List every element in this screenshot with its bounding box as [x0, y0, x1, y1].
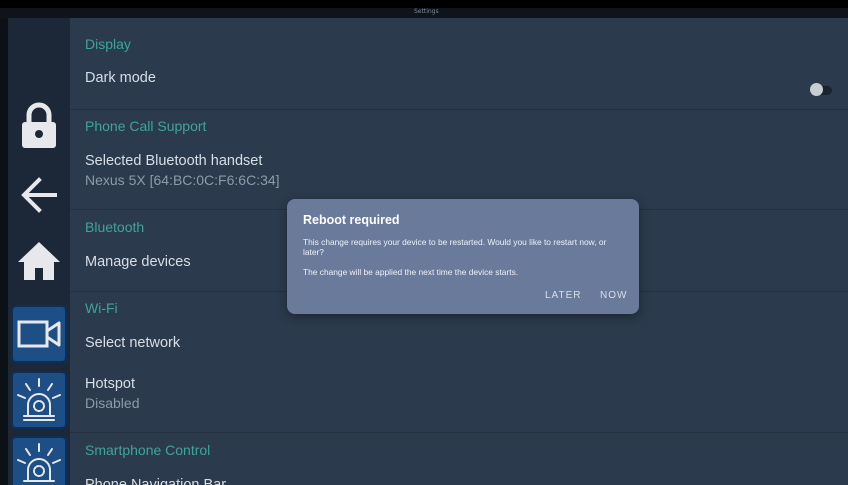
rail-home-button[interactable]: [14, 236, 64, 286]
dark-mode-row[interactable]: Dark mode: [70, 63, 848, 107]
section-header-bluetooth: Bluetooth: [85, 219, 145, 235]
siren-icon: [17, 378, 61, 421]
select-network-row[interactable]: Select network: [70, 328, 848, 372]
section-header-wifi: Wi-Fi: [85, 300, 118, 316]
hotspot-value: Disabled: [85, 395, 140, 411]
dialog-title: Reboot required: [303, 213, 400, 227]
reboot-dialog: Reboot required This change requires you…: [287, 199, 639, 314]
now-button[interactable]: NOW: [600, 290, 627, 301]
top-bar-title: Settings: [414, 8, 439, 15]
rail-edge: [0, 18, 8, 485]
section-header-smartphone: Smartphone Control: [85, 442, 211, 458]
section-header-phone: Phone Call Support: [85, 118, 207, 134]
divider: [70, 432, 848, 433]
later-button[interactable]: LATER: [545, 290, 582, 301]
toggle-knob: [810, 83, 823, 96]
bluetooth-handset-row[interactable]: Selected Bluetooth handset Nexus 5X [64:…: [70, 150, 848, 206]
select-network-label: Select network: [85, 335, 181, 351]
dialog-message: This change requires your device to be r…: [303, 237, 607, 257]
hotspot-label: Hotspot: [85, 376, 135, 392]
camera-icon: [17, 320, 61, 348]
divider: [70, 109, 848, 110]
rail-lock-button[interactable]: [14, 101, 64, 151]
rail-alarm-button-2[interactable]: [11, 436, 67, 485]
hotspot-row[interactable]: Hotspot Disabled: [70, 374, 848, 430]
lock-icon: [22, 102, 56, 148]
siren-icon: [17, 443, 61, 482]
rail-camera-button[interactable]: [11, 305, 67, 363]
rail-alarm-button-1[interactable]: [11, 371, 67, 429]
phone-nav-bar-row[interactable]: Phone Navigation Bar: [70, 470, 848, 485]
rail-back-button[interactable]: [14, 170, 64, 220]
dark-mode-label: Dark mode: [85, 70, 156, 86]
manage-devices-label: Manage devices: [85, 254, 191, 270]
phone-nav-bar-label: Phone Navigation Bar: [85, 477, 227, 485]
dialog-note: The change will be applied the next time…: [303, 267, 519, 277]
top-bar: Settings: [0, 8, 848, 18]
handset-value: Nexus 5X [64:BC:0C:F6:6C:34]: [85, 172, 280, 188]
home-icon: [18, 242, 60, 280]
back-arrow-icon: [21, 177, 57, 213]
section-header-display: Display: [85, 36, 131, 52]
handset-label: Selected Bluetooth handset: [85, 153, 263, 169]
